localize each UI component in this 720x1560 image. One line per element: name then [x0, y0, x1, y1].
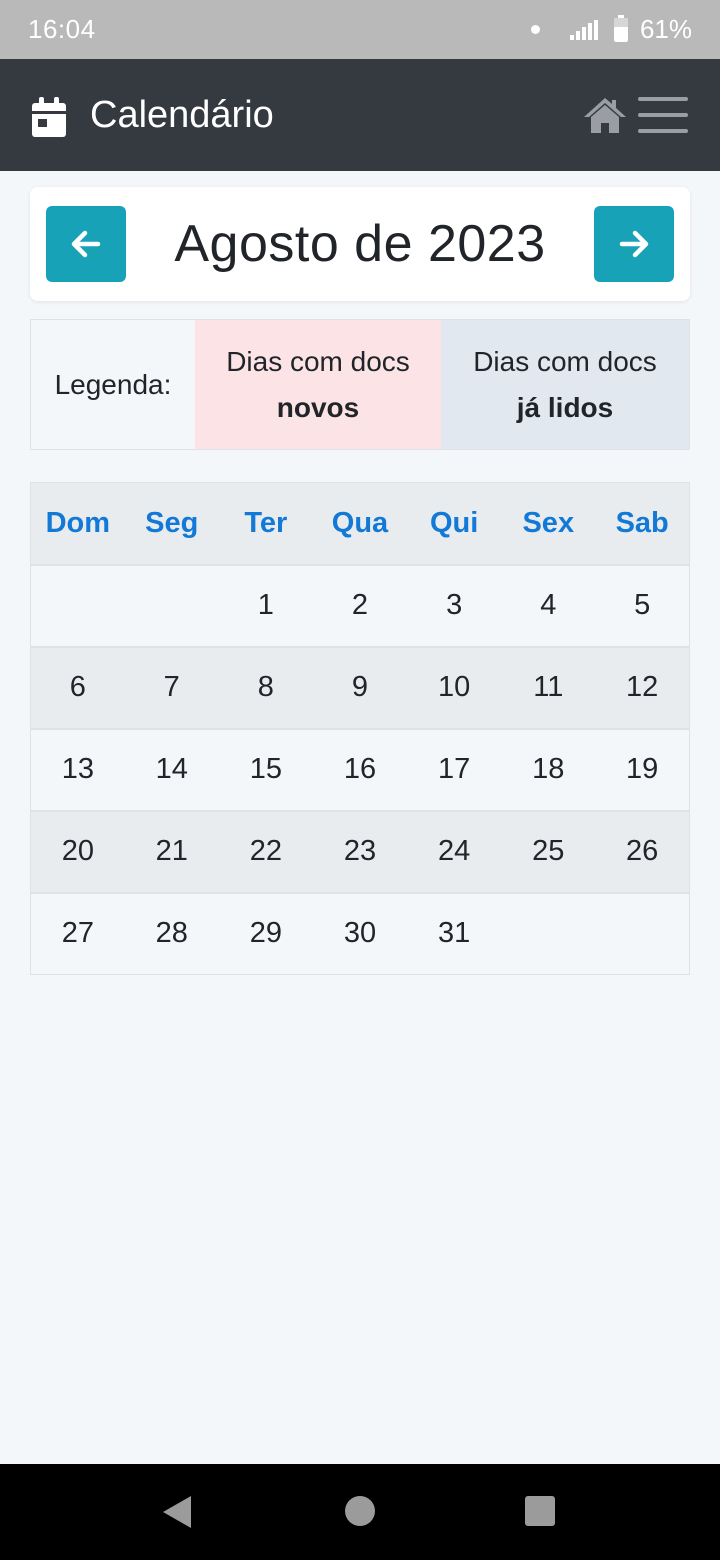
status-bar: 16:04 61%: [0, 0, 720, 59]
week-row: 20 21 22 23 24 25 26: [30, 810, 690, 893]
month-navigation: Agosto de 2023: [30, 187, 690, 301]
back-icon[interactable]: [163, 1496, 191, 1528]
weekday-header: Seg: [145, 506, 199, 539]
day-cell[interactable]: 4: [501, 565, 595, 647]
legend: Legenda: Dias com docs novos Dias com do…: [30, 319, 690, 450]
day-cell[interactable]: 28: [125, 893, 219, 975]
day-cell[interactable]: 16: [313, 729, 407, 811]
calendar-icon: [32, 97, 66, 137]
page-title: Calendário: [90, 93, 274, 136]
legend-read-line2: já lidos: [516, 391, 614, 423]
day-cell[interactable]: 18: [501, 729, 595, 811]
home-icon[interactable]: [582, 95, 628, 135]
legend-label: Legenda:: [31, 320, 195, 449]
day-cell[interactable]: 1: [219, 565, 313, 647]
day-cell[interactable]: 31: [407, 893, 501, 975]
day-cell-empty: [501, 893, 595, 975]
signal-icon: [569, 19, 598, 40]
legend-read-line1: Dias com docs: [473, 345, 657, 377]
day-cell[interactable]: 12: [595, 647, 689, 729]
weekday-header: Sab: [615, 506, 669, 539]
day-cell[interactable]: 23: [313, 811, 407, 893]
day-cell[interactable]: 30: [313, 893, 407, 975]
status-icons: 61%: [530, 14, 692, 45]
day-cell[interactable]: 7: [125, 647, 219, 729]
previous-month-button[interactable]: [46, 206, 126, 282]
notification-dot-icon: [530, 25, 540, 34]
weekday-header: Ter: [244, 506, 288, 539]
legend-read-docs: Dias com docs já lidos: [441, 320, 689, 449]
day-cell-empty: [125, 565, 219, 647]
day-cell[interactable]: 13: [31, 729, 125, 811]
day-cell[interactable]: 20: [31, 811, 125, 893]
recents-icon[interactable]: [525, 1496, 555, 1526]
day-cell[interactable]: 5: [595, 565, 689, 647]
status-time: 16:04: [28, 14, 96, 44]
day-cell[interactable]: 2: [313, 565, 407, 647]
day-cell[interactable]: 8: [219, 647, 313, 729]
week-row: 27 28 29 30 31: [30, 892, 690, 975]
day-cell[interactable]: 27: [31, 893, 125, 975]
battery-percent: 61%: [639, 14, 692, 44]
day-cell[interactable]: 14: [125, 729, 219, 811]
weekday-header: Qui: [429, 506, 479, 539]
day-cell-empty: [31, 565, 125, 647]
day-cell[interactable]: 17: [407, 729, 501, 811]
day-cell[interactable]: 25: [501, 811, 595, 893]
next-month-button[interactable]: [594, 206, 674, 282]
month-title: Agosto de 2023: [174, 215, 546, 273]
weekday-header: Qua: [331, 506, 389, 539]
day-cell[interactable]: 11: [501, 647, 595, 729]
weekday-header: Sex: [522, 506, 575, 539]
week-row: 6 7 8 9 10 11 12: [30, 646, 690, 729]
legend-new-docs: Dias com docs novos: [195, 320, 441, 449]
day-cell[interactable]: 26: [595, 811, 689, 893]
day-cell[interactable]: 24: [407, 811, 501, 893]
arrow-left-icon: [71, 230, 101, 258]
day-cell[interactable]: 9: [313, 647, 407, 729]
week-row: 1 2 3 4 5: [30, 564, 690, 647]
day-cell[interactable]: 19: [595, 729, 689, 811]
menu-icon[interactable]: [638, 95, 688, 135]
battery-icon: [613, 14, 628, 42]
legend-new-line1: Dias com docs: [226, 345, 410, 377]
calendar-grid: Dom Seg Ter Qua Qui Sex Sab 1 2 3 4 5 6 …: [30, 482, 690, 975]
day-cell[interactable]: 22: [219, 811, 313, 893]
day-cell[interactable]: 6: [31, 647, 125, 729]
weekday-header-row: Dom Seg Ter Qua Qui Sex Sab: [30, 482, 690, 565]
day-cell[interactable]: 15: [219, 729, 313, 811]
app-navbar: Calendário: [0, 59, 720, 171]
weekday-header: Dom: [45, 506, 111, 539]
day-cell[interactable]: 10: [407, 647, 501, 729]
legend-label-text: Legenda:: [54, 368, 172, 400]
day-cell[interactable]: 29: [219, 893, 313, 975]
day-cell-empty: [595, 893, 689, 975]
legend-new-line2: novos: [276, 391, 360, 423]
arrow-right-icon: [619, 230, 649, 258]
system-navigation-bar: [0, 1464, 720, 1560]
home-circle-icon[interactable]: [345, 1496, 375, 1526]
week-row: 13 14 15 16 17 18 19: [30, 728, 690, 811]
day-cell[interactable]: 3: [407, 565, 501, 647]
day-cell[interactable]: 21: [125, 811, 219, 893]
